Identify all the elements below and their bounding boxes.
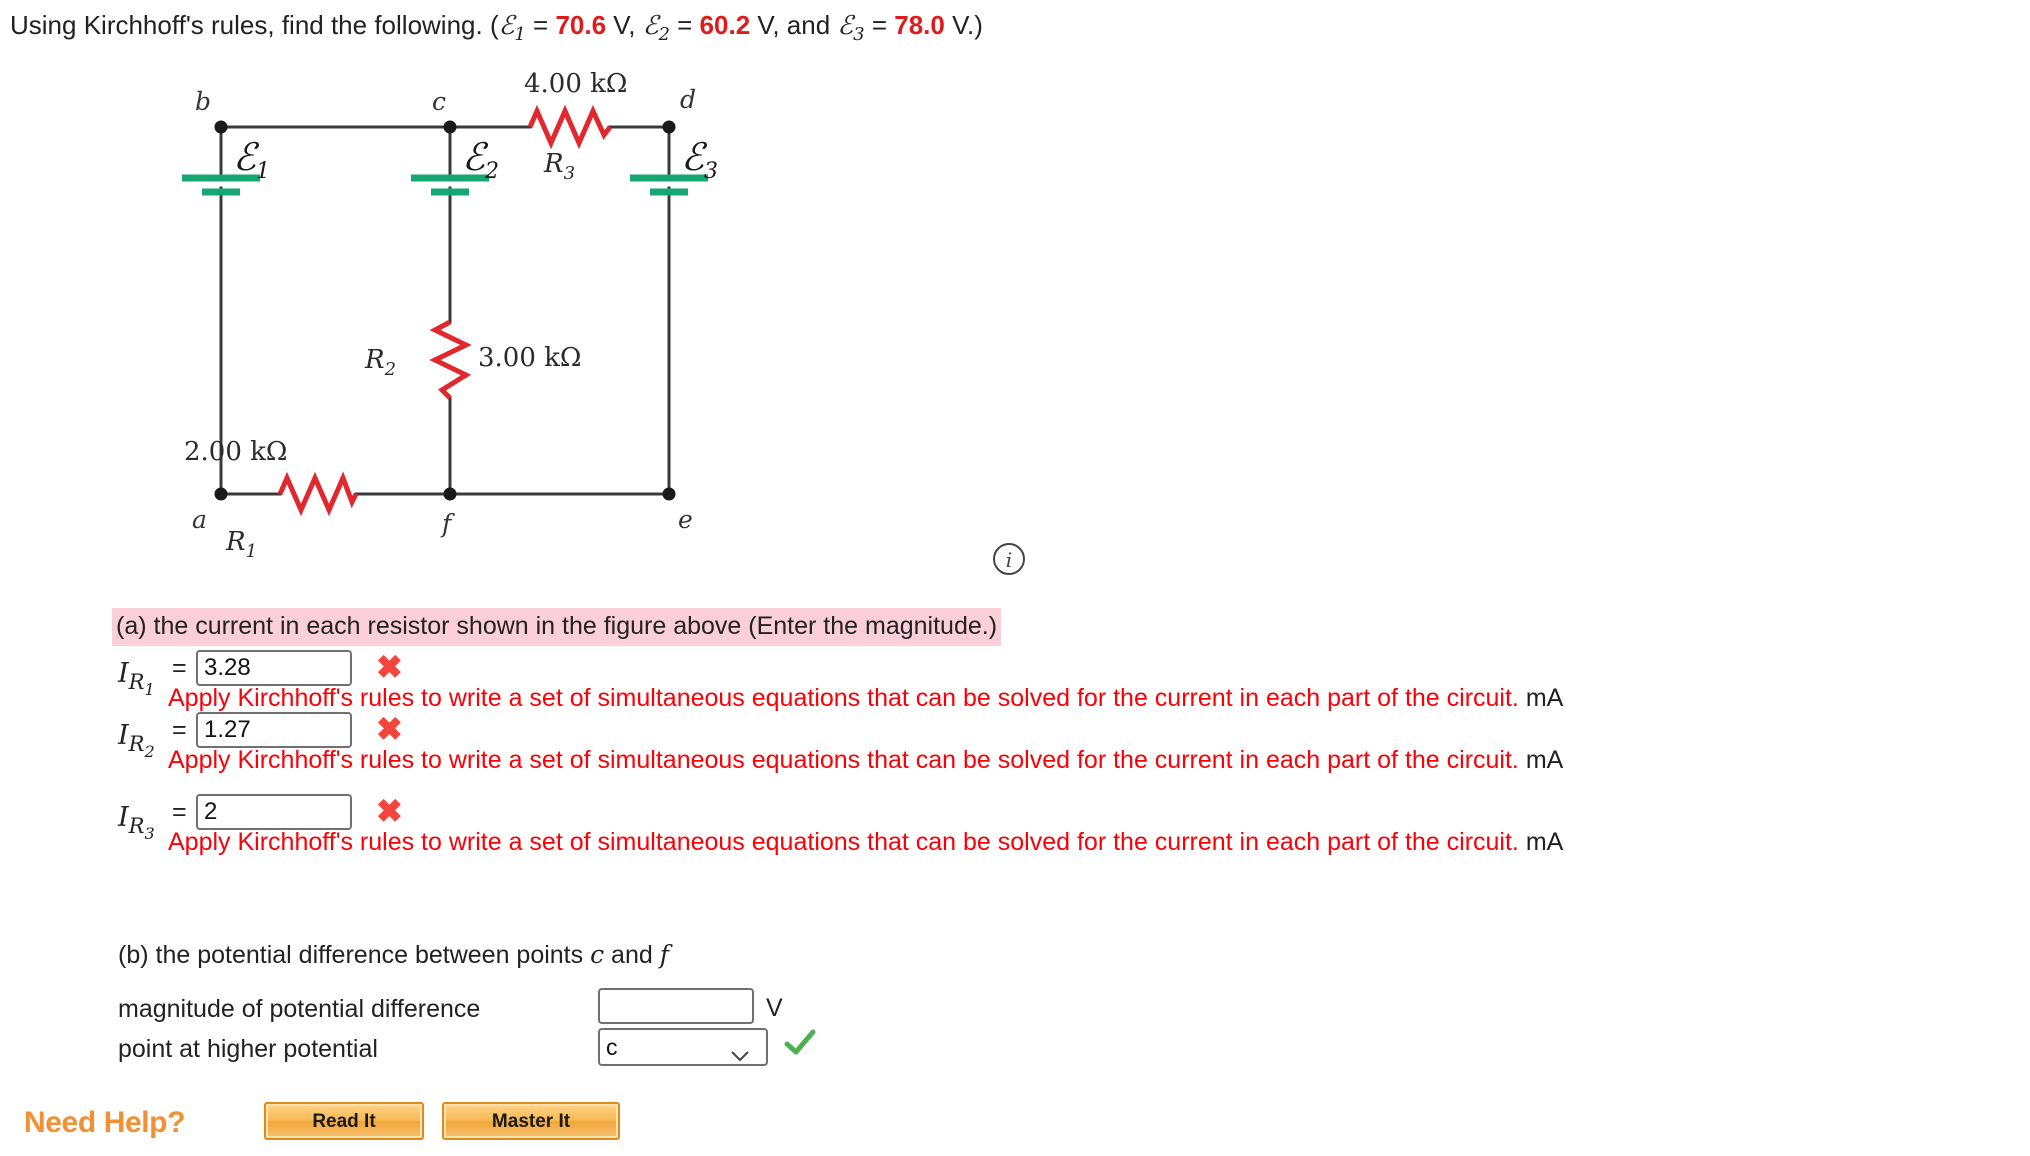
part-b-point-f: f <box>659 940 669 969</box>
emf1-figure-label: ℰ1 <box>233 135 270 184</box>
emf2-equals: = <box>669 10 700 40</box>
emf2-subscript: 2 <box>658 24 670 46</box>
emf3-unit: V.) <box>944 10 983 40</box>
emf3-symbol: ℰ <box>837 11 854 41</box>
resistor-r2-symbol <box>429 319 472 400</box>
green-check-icon <box>783 1026 817 1060</box>
node-label-e: e <box>678 505 693 534</box>
node-c-dot <box>443 120 457 134</box>
node-label-b: b <box>195 87 211 116</box>
svg-text:i: i <box>1006 548 1012 572</box>
emf1-unit: V, <box>606 10 643 40</box>
unit-label-r3: mA <box>1518 828 1564 856</box>
part-b-heading-mid: and <box>604 941 660 969</box>
equals-sign-r1: = <box>172 654 187 682</box>
current-sub-index: 3 <box>144 824 155 843</box>
red-x-icon-r1: ✖ <box>376 649 403 685</box>
resistor-r1-name-label: R1 <box>225 527 257 562</box>
node-label-a: a <box>192 505 207 534</box>
feedback-message-r1: Apply Kirchhoff's rules to write a set o… <box>168 683 1563 713</box>
current-sub-index: 1 <box>144 680 155 699</box>
node-label-d: d <box>680 85 696 114</box>
answer-label-ir3: IR3 <box>118 802 155 843</box>
node-label-f: f <box>440 509 455 538</box>
battery-emf3-symbol <box>630 174 708 196</box>
node-label-c: c <box>432 87 446 116</box>
emf2-figure-label: ℰ2 <box>462 135 499 184</box>
node-d-dot <box>662 120 676 134</box>
resistor-r3-value-label: 4.00 kΩ <box>524 69 627 99</box>
resistor-r3-symbol <box>527 104 612 150</box>
part-b-heading: (b) the potential difference between poi… <box>118 940 669 970</box>
emf1-symbol: ℰ <box>498 11 515 41</box>
unit-label-r1: mA <box>1518 684 1564 712</box>
emf1-subscript: 1 <box>514 24 526 46</box>
feedback-text-r2: Apply Kirchhoff's rules to write a set o… <box>168 746 1519 774</box>
current-input-r2[interactable] <box>196 712 352 748</box>
node-b-dot <box>214 120 228 134</box>
circuit-diagram: b c d a f e ℰ1 ℰ2 ℰ3 4.00 kΩ R3 R2 3.00 … <box>120 60 880 580</box>
current-sub-main: R <box>128 814 145 838</box>
emf2-value: 60.2 <box>699 10 751 40</box>
answer-label-ir1: IR1 <box>118 658 155 699</box>
feedback-text-r3: Apply Kirchhoff's rules to write a set o… <box>168 828 1519 856</box>
answer-label-ir2: IR2 <box>118 720 155 761</box>
prompt-lead-text: Using Kirchhoff's rules, find the follow… <box>10 10 499 40</box>
feedback-text-r1: Apply Kirchhoff's rules to write a set o… <box>168 684 1519 712</box>
resistor-r2-value-label: 3.00 kΩ <box>478 343 581 373</box>
higher-potential-label: point at higher potential <box>118 1035 378 1063</box>
higher-potential-select[interactable]: c <box>598 1028 768 1066</box>
node-e-dot <box>662 487 676 501</box>
red-x-icon-r2: ✖ <box>376 711 403 747</box>
emf3-subscript: 3 <box>853 24 865 46</box>
resistor-r2-name-label: R2 <box>364 345 396 380</box>
emf1-value: 70.6 <box>555 10 607 40</box>
battery-emf2-symbol <box>411 174 489 196</box>
question-prompt: Using Kirchhoff's rules, find the follow… <box>10 8 983 52</box>
equals-sign-r2: = <box>172 716 187 744</box>
red-x-icon-r3: ✖ <box>376 793 403 829</box>
magnitude-label: magnitude of potential difference <box>118 995 481 1023</box>
feedback-message-r2: Apply Kirchhoff's rules to write a set o… <box>168 745 1563 775</box>
read-it-button[interactable]: Read It <box>264 1102 424 1140</box>
current-symbol: I <box>118 658 129 689</box>
emf2-symbol: ℰ <box>642 11 659 41</box>
unit-label-r2: mA <box>1518 746 1564 774</box>
emf2-unit: V, and <box>750 10 838 40</box>
need-help-label: Need Help? <box>24 1106 186 1139</box>
emf3-figure-label: ℰ3 <box>681 135 718 184</box>
part-b-point-c: c <box>590 940 605 969</box>
emf3-equals: = <box>864 10 895 40</box>
master-it-button[interactable]: Master It <box>442 1102 620 1140</box>
current-sub-index: 2 <box>144 742 155 761</box>
resistor-r1-symbol <box>277 471 359 517</box>
current-input-r1[interactable] <box>196 650 352 686</box>
equals-sign-r3: = <box>172 798 187 826</box>
emf1-equals: = <box>525 10 556 40</box>
emf3-value: 78.0 <box>894 10 945 40</box>
current-symbol: I <box>118 720 129 751</box>
current-symbol: I <box>118 802 129 833</box>
resistor-r3-name-label: R3 <box>543 149 575 184</box>
part-a-heading: (a) the current in each resistor shown i… <box>112 608 1002 646</box>
node-f-dot <box>443 487 457 501</box>
current-sub-main: R <box>128 670 145 694</box>
current-input-r3[interactable] <box>196 794 352 830</box>
magnitude-input[interactable] <box>598 988 754 1024</box>
magnitude-unit: V <box>766 994 783 1022</box>
info-circle-icon[interactable]: i <box>990 540 1028 578</box>
feedback-message-r3: Apply Kirchhoff's rules to write a set o… <box>168 827 1563 857</box>
current-sub-main: R <box>128 732 145 756</box>
part-b-heading-lead: (b) the potential difference between poi… <box>118 941 591 969</box>
battery-emf1-symbol <box>182 174 260 196</box>
resistor-r1-value-label: 2.00 kΩ <box>184 437 287 467</box>
node-a-dot <box>214 487 228 501</box>
